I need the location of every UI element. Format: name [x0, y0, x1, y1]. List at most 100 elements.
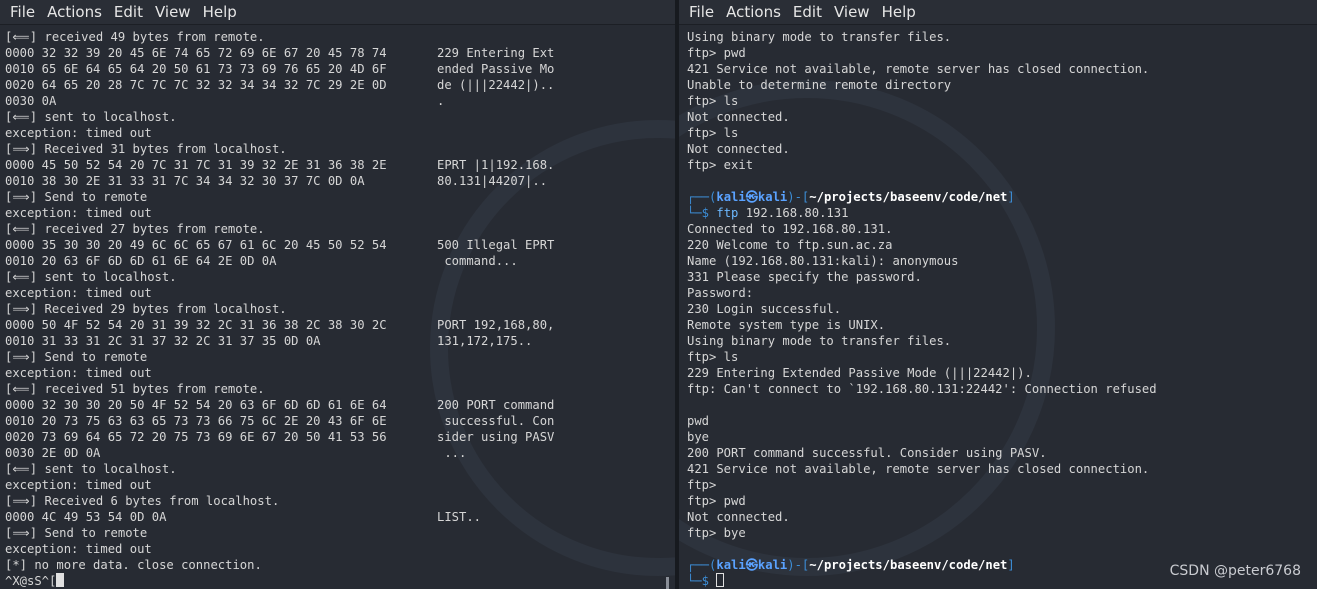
right-terminal-output[interactable]: Using binary mode to transfer files. ftp>…: [687, 29, 1317, 589]
terminal-line: [⟹] Send to remote: [5, 190, 148, 204]
hex-bytes: 0020 73 69 64 65 72 20 75 73 69 6E 67 20…: [5, 430, 387, 444]
terminal-line: [⟹] Received 31 bytes from localhost.: [5, 142, 287, 156]
hex-bytes: 0000 32 32 39 20 45 6E 74 65 72 69 6E 67…: [5, 46, 387, 60]
hex-bytes: 0000 32 30 30 20 50 4F 52 54 20 63 6F 6D…: [5, 398, 387, 412]
ascii-preview: .: [437, 94, 445, 108]
terminal-line: exception: timed out: [5, 206, 152, 220]
terminal-line: ftp: Can't connect to `192.168.80.131:22…: [687, 382, 1157, 396]
left-menubar: File Actions Edit View Help: [0, 0, 675, 25]
right-menubar: File Actions Edit View Help: [679, 0, 1317, 25]
hexdump-row: 0000 4C 49 53 54 0D 0A LIST..: [5, 509, 675, 525]
terminal-line: [⟸] received 49 bytes from remote.: [5, 30, 265, 44]
prompt-path: ~/projects/baseenv/code/net: [809, 558, 1008, 572]
terminal-line: exception: timed out: [5, 366, 152, 380]
terminal-line: ftp> ls: [687, 350, 739, 364]
ascii-preview: ended Passive Mo: [437, 62, 555, 76]
hex-bytes: 0010 31 33 31 2C 31 37 32 2C 31 37 35 0D…: [5, 334, 321, 348]
text-cursor: [716, 573, 725, 587]
terminal-line: ftp>: [687, 478, 717, 492]
menu-file[interactable]: File: [683, 0, 720, 24]
hex-bytes: 0010 38 30 2E 31 33 31 7C 34 34 32 30 37…: [5, 174, 365, 188]
terminal-line: bye: [687, 430, 710, 444]
ascii-preview: sider using PASV: [437, 430, 555, 444]
hex-bytes: 0000 4C 49 53 54 0D 0A: [5, 510, 167, 524]
hex-bytes: 0030 2E 0D 0A: [5, 446, 101, 460]
terminal-line: ftp> exit: [687, 158, 754, 172]
hexdump-row: 0010 31 33 31 2C 31 37 32 2C 31 37 35 0D…: [5, 333, 675, 349]
terminal-line: [⟸] sent to localhost.: [5, 270, 177, 284]
hex-bytes: 0000 45 50 52 54 20 7C 31 7C 31 39 32 2E…: [5, 158, 387, 172]
menu-edit[interactable]: Edit: [787, 0, 828, 24]
hexdump-row: 0000 32 30 30 20 50 4F 52 54 20 63 6F 6D…: [5, 397, 675, 413]
terminal-line: ^X@sS^[: [5, 573, 675, 589]
ascii-preview: LIST..: [437, 510, 482, 524]
left-scrollbar[interactable]: [666, 577, 669, 589]
ascii-preview: PORT 192,168,80,: [437, 318, 555, 332]
hexdump-row: 0010 20 63 6F 6D 6D 61 6E 64 2E 0D 0A co…: [5, 253, 675, 269]
terminal-line: Name (192.168.80.131:kali): anonymous: [687, 254, 959, 268]
hexdump-row: 0000 50 4F 52 54 20 31 39 32 2C 31 36 38…: [5, 317, 675, 333]
menu-edit[interactable]: Edit: [108, 0, 149, 24]
terminal-line: Connected to 192.168.80.131.: [687, 222, 893, 236]
terminal-line: ftp> pwd: [687, 494, 746, 508]
terminal-line: ftp> ls: [687, 94, 739, 108]
terminal-line: 230 Login successful.: [687, 302, 842, 316]
terminal-line: [⟸] received 51 bytes from remote.: [5, 382, 265, 396]
left-terminal-output[interactable]: [⟸] received 49 bytes from remote. 0000 3…: [5, 29, 675, 589]
prompt-symbol: └─$: [687, 574, 717, 588]
prompt-frame: )-[: [787, 558, 810, 572]
hex-bytes: 0000 50 4F 52 54 20 31 39 32 2C 31 36 38…: [5, 318, 387, 332]
terminal-line: Remote system type is UNIX.: [687, 318, 886, 332]
terminal-line: Not connected.: [687, 142, 790, 156]
terminal-line: [*] no more data. close connection.: [5, 558, 262, 572]
ascii-preview: 229 Entering Ext: [437, 46, 555, 60]
left-terminal-window[interactable]: File Actions Edit View Help [⟸] received 49 …: [0, 0, 675, 589]
hex-bytes: 0010 20 63 6F 6D 6D 61 6E 64 2E 0D 0A: [5, 254, 277, 268]
hex-bytes: 0010 20 73 75 63 63 65 73 73 66 75 6C 2E…: [5, 414, 387, 428]
command-args: 192.168.80.131: [738, 206, 849, 220]
prompt-frame: ┌──(: [687, 558, 717, 572]
terminal-line: ftp> pwd: [687, 46, 746, 60]
menu-help[interactable]: Help: [876, 0, 922, 24]
terminal-line: ftp> ls: [687, 126, 739, 140]
terminal-line: exception: timed out: [5, 542, 152, 556]
menu-view[interactable]: View: [149, 0, 197, 24]
menu-actions[interactable]: Actions: [720, 0, 787, 24]
terminal-line: pwd: [687, 414, 710, 428]
watermark-text: CSDN @peter6768: [1169, 563, 1301, 579]
command-line: └─$ ftp 192.168.80.131: [687, 205, 1317, 221]
terminal-line: exception: timed out: [5, 478, 152, 492]
shell-prompt: ┌──(kali㉿kali)-[~/projects/baseenv/code/…: [687, 189, 1317, 205]
terminal-line: Not connected.: [687, 510, 790, 524]
ascii-preview: 131,172,175..: [437, 334, 533, 348]
menu-view[interactable]: View: [828, 0, 876, 24]
hex-bytes: 0010 65 6E 64 65 64 20 50 61 73 73 69 76…: [5, 62, 387, 76]
hex-bytes: 0020 64 65 20 28 7C 7C 7C 32 32 34 34 32…: [5, 78, 387, 92]
terminal-line: exception: timed out: [5, 126, 152, 140]
ascii-preview: 200 PORT command: [437, 398, 555, 412]
terminal-line: exception: timed out: [5, 286, 152, 300]
command-name: ftp: [716, 206, 739, 220]
terminal-line: [⟸] received 27 bytes from remote.: [5, 222, 265, 236]
ascii-preview: ...: [437, 446, 467, 460]
text-cursor: [56, 573, 65, 587]
right-terminal-window[interactable]: File Actions Edit View Help Using binary mod…: [679, 0, 1317, 589]
menu-help[interactable]: Help: [197, 0, 243, 24]
ascii-preview: 80.131|44207|..: [437, 174, 548, 188]
ascii-preview: de (|||22442|)..: [437, 78, 555, 92]
terminal-line: Using binary mode to transfer files.: [687, 30, 952, 44]
terminal-line: Unable to determine remote directory: [687, 78, 952, 92]
prompt-user: kali㉿kali: [716, 558, 788, 572]
terminal-line: [⟸] sent to localhost.: [5, 462, 177, 476]
ascii-preview: command...: [437, 254, 518, 268]
menu-actions[interactable]: Actions: [41, 0, 108, 24]
ascii-preview: EPRT |1|192.168.: [437, 158, 555, 172]
hexdump-row: 0010 38 30 2E 31 33 31 7C 34 34 32 30 37…: [5, 173, 675, 189]
hex-bytes: 0000 35 30 30 20 49 6C 6C 65 67 61 6C 20…: [5, 238, 387, 252]
menu-file[interactable]: File: [4, 0, 41, 24]
prompt-frame: ]: [1007, 558, 1015, 572]
prompt-frame: ┌──(: [687, 190, 717, 204]
hex-bytes: 0030 0A: [5, 94, 57, 108]
